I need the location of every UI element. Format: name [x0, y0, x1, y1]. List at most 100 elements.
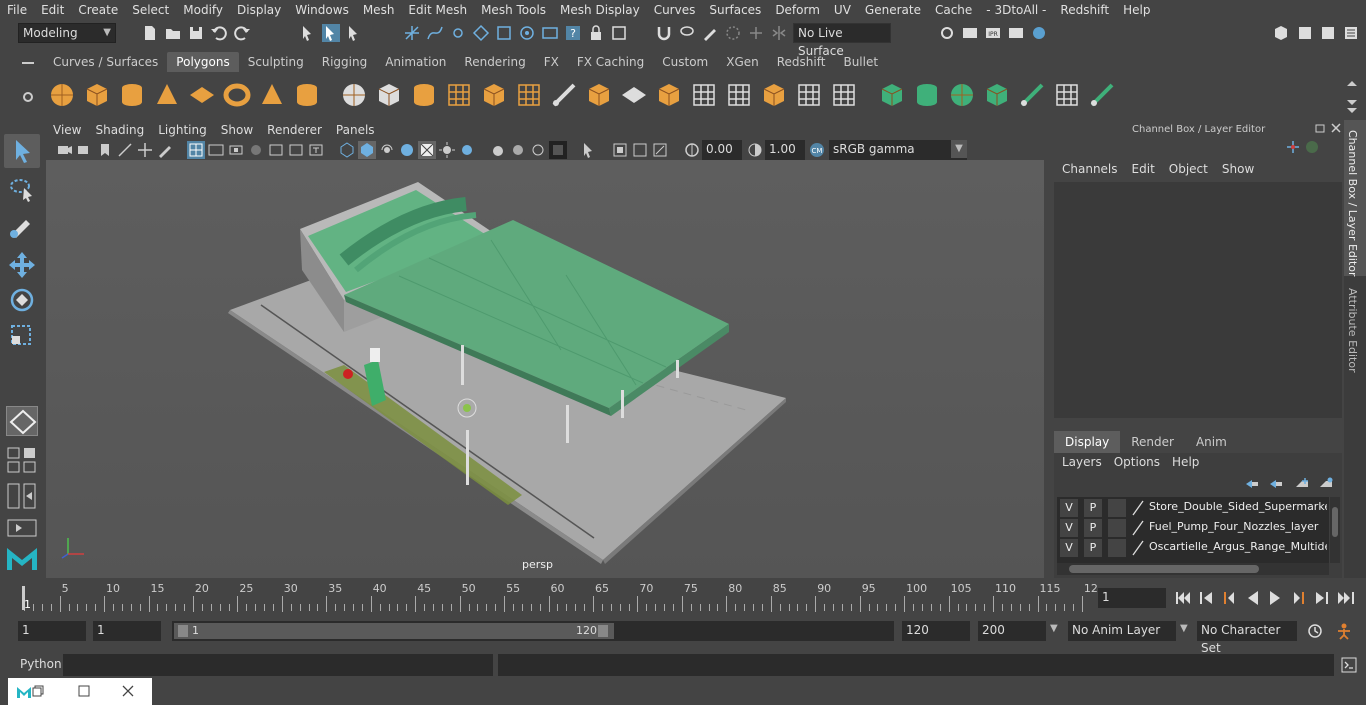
textured-icon[interactable]: [398, 141, 416, 159]
poly-cone-icon[interactable]: [153, 81, 181, 109]
channel-box-menu-show[interactable]: Show: [1220, 162, 1266, 178]
two-d-pan-icon[interactable]: [136, 141, 154, 159]
channel-box-menu-object[interactable]: Object: [1167, 162, 1220, 178]
layer-list-hscrollbar[interactable]: [1057, 563, 1329, 575]
step-forward-key-icon[interactable]: [1316, 592, 1328, 604]
go-to-end-icon[interactable]: [1338, 592, 1354, 604]
layer-visibility-toggle[interactable]: V: [1060, 519, 1078, 537]
uv-unfold-icon[interactable]: [1018, 81, 1046, 109]
grease-pencil-icon[interactable]: [156, 141, 174, 159]
layer-name[interactable]: Fuel_Pump_Four_Nozzles_layer: [1149, 520, 1327, 533]
multisample-aa-icon[interactable]: [509, 141, 527, 159]
command-input[interactable]: [63, 654, 493, 676]
uv-editor-icon[interactable]: [1053, 81, 1081, 109]
soft-modification-icon[interactable]: [6, 406, 38, 436]
maximize-window-icon[interactable]: [78, 685, 90, 697]
make-live-icon[interactable]: [541, 24, 559, 42]
new-layer-selected-icon[interactable]: [1318, 477, 1334, 491]
render-view-icon[interactable]: [1007, 24, 1025, 42]
step-back-key-icon[interactable]: [1200, 592, 1212, 604]
playback-start-field[interactable]: 1: [93, 621, 161, 641]
move-layer-up-icon[interactable]: [1244, 477, 1260, 491]
menu-generate[interactable]: Generate: [858, 3, 928, 17]
animation-start-field[interactable]: 1: [18, 621, 86, 641]
float-panel-icon[interactable]: [1315, 123, 1327, 133]
snap-curve-icon[interactable]: [426, 24, 444, 42]
shelf-tab-fx-caching[interactable]: FX Caching: [568, 52, 653, 72]
edge-loop-icon[interactable]: [725, 81, 753, 109]
exposure-icon[interactable]: [683, 141, 701, 159]
paint-select-icon[interactable]: [701, 24, 719, 42]
viewport-menu-shading[interactable]: Shading: [88, 123, 151, 137]
exposure-field[interactable]: 0.00: [702, 140, 742, 160]
layer-menu-options[interactable]: Options: [1112, 455, 1170, 471]
layer-tab-anim[interactable]: Anim: [1185, 431, 1238, 453]
viewport-menu-lighting[interactable]: Lighting: [151, 123, 214, 137]
layer-visibility-toggle[interactable]: V: [1060, 499, 1078, 517]
smooth-icon[interactable]: [410, 81, 438, 109]
layer-visibility-toggle[interactable]: V: [1060, 539, 1078, 557]
motion-blur-icon[interactable]: [489, 141, 507, 159]
bevel-icon[interactable]: [515, 81, 543, 109]
reflection-icon[interactable]: [770, 24, 788, 42]
viewport-menu-show[interactable]: Show: [214, 123, 260, 137]
help-query-icon[interactable]: ?: [564, 24, 582, 42]
poly-torus-icon[interactable]: [223, 81, 251, 109]
image-plane-icon[interactable]: [116, 141, 134, 159]
shelf-tab-rigging[interactable]: Rigging: [313, 52, 376, 72]
layer-color-swatch[interactable]: [1108, 519, 1126, 537]
open-scene-icon[interactable]: [164, 24, 182, 42]
camera-select-icon[interactable]: [56, 141, 74, 159]
range-end-grip[interactable]: [598, 625, 608, 637]
live-surface-field[interactable]: No Live Surface: [793, 23, 891, 58]
menu-edit[interactable]: Edit: [34, 3, 71, 17]
poly-pipe-icon[interactable]: [293, 81, 321, 109]
separate-icon[interactable]: [375, 81, 403, 109]
restore-window-icon[interactable]: [32, 685, 44, 697]
menu-deform[interactable]: Deform: [768, 3, 827, 17]
command-language-label[interactable]: Python: [20, 657, 62, 671]
bookmark-icon[interactable]: [96, 141, 114, 159]
gamma-field[interactable]: 1.00: [765, 140, 805, 160]
bridge-icon[interactable]: [550, 81, 578, 109]
shelf-tab-curves-surfaces[interactable]: Curves / Surfaces: [44, 52, 167, 72]
smooth-shade-icon[interactable]: [358, 141, 376, 159]
use-all-lights-icon[interactable]: [418, 141, 436, 159]
uv-automatic-icon[interactable]: [983, 81, 1011, 109]
field-chart-icon[interactable]: [267, 141, 285, 159]
script-editor-icon[interactable]: [1340, 656, 1358, 674]
menu-display[interactable]: Display: [230, 3, 288, 17]
safe-action-icon[interactable]: [287, 141, 305, 159]
menu-redshift[interactable]: Redshift: [1053, 3, 1116, 17]
shelf-tab-rendering[interactable]: Rendering: [455, 52, 534, 72]
lock-icon[interactable]: [587, 24, 605, 42]
range-slider-handle[interactable]: [174, 623, 614, 639]
wireframe-on-shaded-icon[interactable]: [378, 141, 396, 159]
menu-mesh-display[interactable]: Mesh Display: [553, 3, 647, 17]
modeling-toolkit-icon[interactable]: [1272, 24, 1290, 42]
poly-pyramid-icon[interactable]: [258, 81, 286, 109]
menu-3dtoall[interactable]: - 3DtoAll -: [979, 3, 1053, 17]
channel-box-manipulator-icon[interactable]: [1286, 140, 1300, 154]
viewport-menu-panels[interactable]: Panels: [329, 123, 382, 137]
safe-title-icon[interactable]: [307, 141, 325, 159]
snap-vertex-icon[interactable]: [518, 24, 536, 42]
lasso-icon[interactable]: [678, 24, 696, 42]
close-panel-icon[interactable]: [1330, 122, 1342, 134]
menu-uv[interactable]: UV: [827, 3, 858, 17]
menu-file[interactable]: File: [0, 3, 34, 17]
close-window-icon[interactable]: [122, 685, 134, 697]
layer-playback-toggle[interactable]: P: [1084, 539, 1102, 557]
menu-windows[interactable]: Windows: [288, 3, 356, 17]
frame-all-icon[interactable]: [611, 141, 629, 159]
layer-color-swatch[interactable]: [1108, 499, 1126, 517]
multi-cut-icon[interactable]: [690, 81, 718, 109]
render-settings-icon[interactable]: [938, 24, 956, 42]
shelf-tab-redshift[interactable]: Redshift: [768, 52, 835, 72]
look-at-selection-icon[interactable]: [651, 141, 669, 159]
extrude-icon[interactable]: [480, 81, 508, 109]
colorspace-dropdown[interactable]: sRGB gamma ▼: [829, 140, 967, 160]
ambient-occlusion-icon[interactable]: [458, 141, 476, 159]
save-scene-icon[interactable]: [187, 24, 205, 42]
resolution-gate-icon[interactable]: [227, 141, 245, 159]
